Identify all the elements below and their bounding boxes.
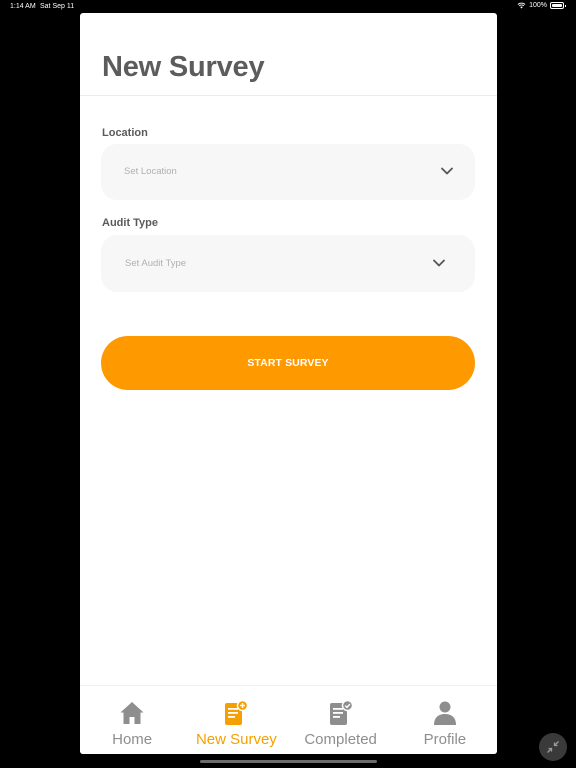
- tab-profile[interactable]: Profile: [393, 686, 497, 754]
- new-survey-sheet: New Survey Location Set Location Audit T…: [80, 13, 497, 754]
- page-title: New Survey: [102, 51, 265, 83]
- tab-bar: Home New Survey Completed Profile: [80, 685, 497, 754]
- location-select[interactable]: Set Location: [101, 144, 475, 200]
- chevron-down-icon: [433, 259, 445, 267]
- status-time: 1:14 AM: [10, 3, 36, 10]
- status-date: Sat Sep 11: [40, 3, 75, 10]
- status-indicators: 100%: [517, 2, 566, 9]
- start-survey-button[interactable]: START SURVEY: [101, 336, 475, 390]
- title-divider: [80, 95, 497, 96]
- battery-level: [552, 4, 562, 7]
- tab-profile-label: Profile: [423, 731, 467, 748]
- tab-new-survey[interactable]: New Survey: [184, 686, 288, 754]
- home-indicator[interactable]: [200, 760, 377, 763]
- home-icon: [120, 702, 144, 724]
- tab-completed-label: Completed: [304, 731, 377, 748]
- chevron-down-icon: [441, 167, 453, 175]
- tab-home[interactable]: Home: [80, 686, 184, 754]
- tab-new-survey-label: New Survey: [195, 731, 277, 748]
- new-survey-icon: [225, 700, 249, 725]
- tab-home-label: Home: [112, 731, 153, 748]
- minimize-icon: [547, 741, 559, 753]
- profile-icon: [433, 701, 456, 725]
- location-placeholder: Set Location: [124, 166, 177, 177]
- location-label: Location: [102, 127, 148, 139]
- audit-type-placeholder: Set Audit Type: [125, 258, 187, 269]
- wifi-icon: [517, 2, 526, 9]
- status-bar: 1:14 AM Sat Sep 11 100%: [0, 0, 576, 13]
- completed-icon: [329, 700, 353, 725]
- battery-percent: 100%: [529, 2, 547, 9]
- audit-type-select[interactable]: Set Audit Type: [101, 235, 475, 292]
- battery-icon: [550, 2, 566, 9]
- tab-completed[interactable]: Completed: [289, 686, 393, 754]
- audit-type-label: Audit Type: [102, 217, 159, 229]
- minimize-button[interactable]: [539, 733, 567, 761]
